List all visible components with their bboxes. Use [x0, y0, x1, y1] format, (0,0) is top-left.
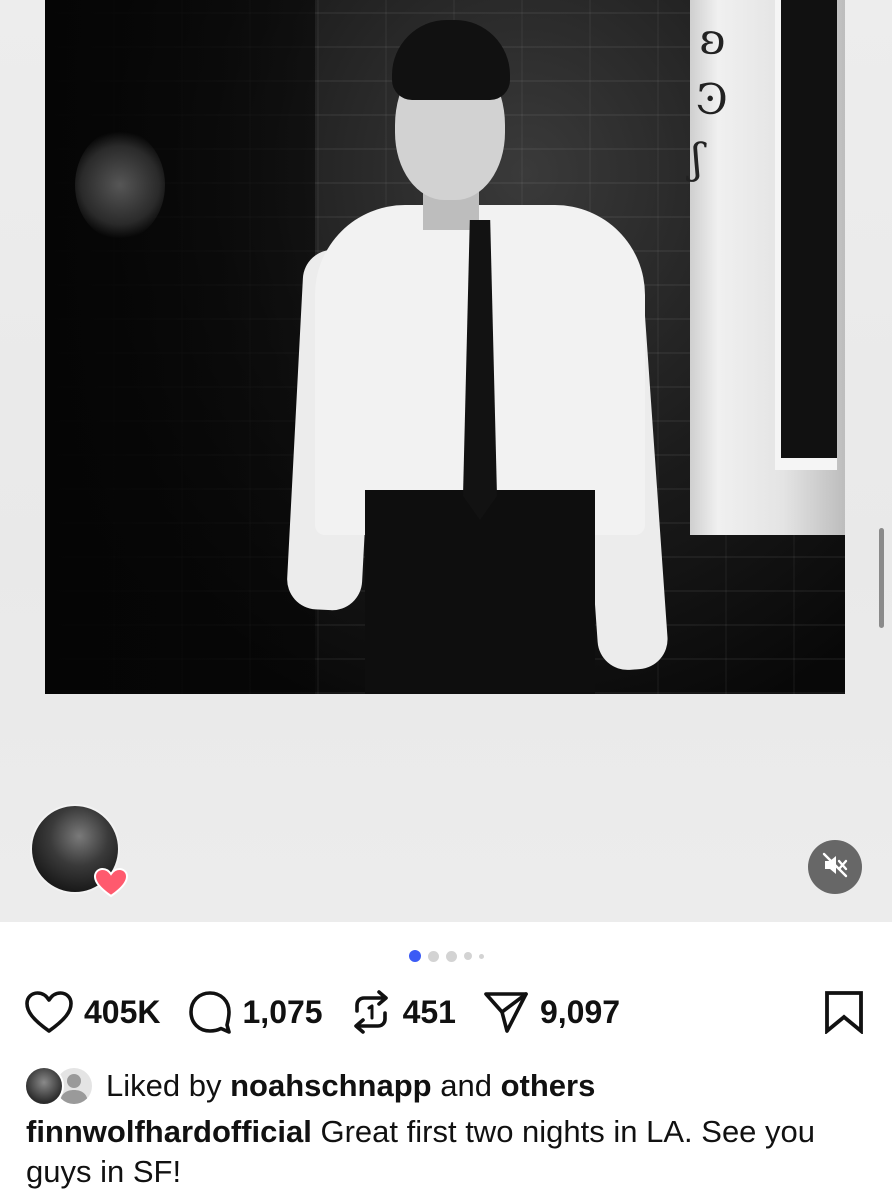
mute-icon: [821, 851, 849, 884]
repost-count: 451: [402, 993, 456, 1030]
hair: [392, 20, 510, 100]
caption-username[interactable]: finnwolfhardofficial: [26, 1114, 312, 1149]
page-scrollbar[interactable]: [879, 528, 884, 628]
carousel-dot: [427, 950, 439, 962]
comment-count: 1,075: [242, 993, 323, 1030]
like-button[interactable]: 405K: [24, 990, 161, 1034]
share-icon: [482, 989, 530, 1035]
like-count: 405K: [84, 993, 161, 1030]
liked-by-others[interactable]: others: [501, 1068, 596, 1104]
post-caption: finnwolfhardofficial Great first two nig…: [26, 1112, 871, 1192]
liked-by-prefix: Liked by: [106, 1068, 222, 1103]
save-button[interactable]: [824, 990, 864, 1039]
action-bar: 405K 1,075 451 9,097: [24, 989, 864, 1036]
repost-icon: [349, 989, 393, 1035]
shadow-area: [45, 0, 315, 694]
repost-button[interactable]: 451: [349, 989, 456, 1035]
pants: [365, 490, 595, 694]
comment-button[interactable]: 1,075: [187, 989, 323, 1035]
bookmark-icon: [824, 991, 864, 1038]
avatar: [24, 1066, 64, 1106]
liked-by-user[interactable]: noahschnapp: [230, 1068, 432, 1104]
heart-icon: [24, 990, 74, 1034]
liker-avatars: [24, 1064, 100, 1108]
carousel-dots: [0, 950, 892, 962]
liked-by-connector: and: [440, 1068, 492, 1103]
carousel-dot-active: [408, 950, 421, 962]
share-button[interactable]: 9,097: [482, 989, 620, 1035]
carousel-dot: [445, 950, 457, 962]
carousel-dot: [478, 953, 484, 959]
share-count: 9,097: [539, 993, 621, 1030]
heart-badge-icon: [94, 868, 128, 898]
comment-icon: [187, 989, 233, 1035]
blurred-figure: [75, 130, 165, 240]
mute-button[interactable]: [808, 840, 862, 894]
post-photo: ʚϿʃ: [45, 0, 845, 694]
carousel-dot: [463, 952, 472, 960]
post-media[interactable]: ʚϿʃ: [0, 0, 892, 922]
liked-by-row[interactable]: Liked by noahschnapp and others: [24, 1064, 595, 1108]
person: [285, 20, 670, 694]
window-glass: [775, 0, 837, 470]
